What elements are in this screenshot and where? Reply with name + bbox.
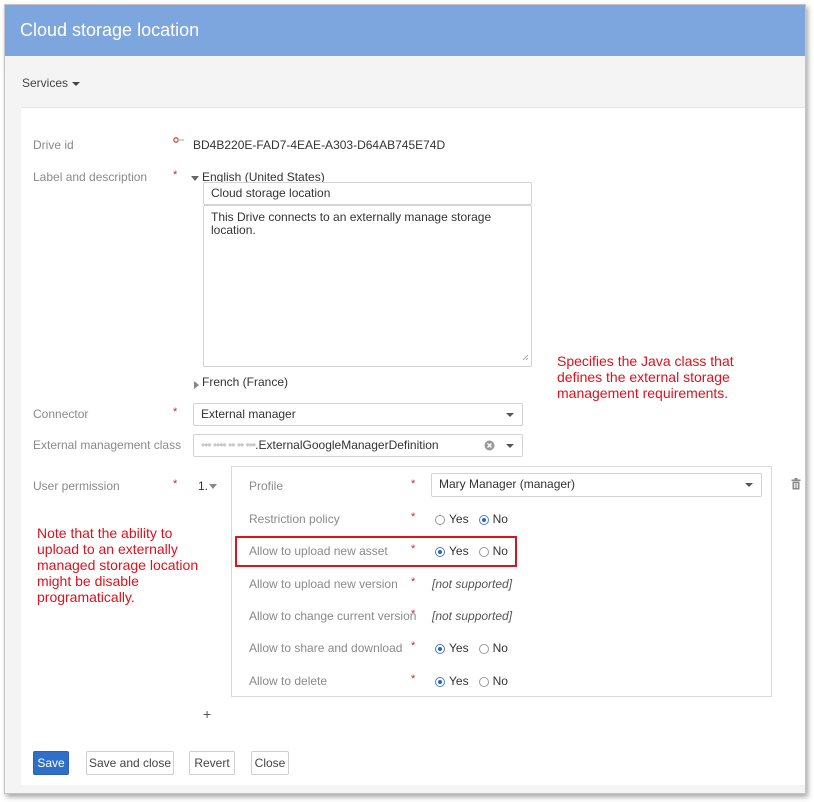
radio-button-icon: [478, 514, 489, 525]
radio-label: Yes: [449, 641, 469, 655]
key-icon: [173, 135, 185, 145]
permission-index-toggle[interactable]: 1.: [198, 479, 218, 493]
dialog-window: Cloud storage location Services Drive id…: [4, 4, 806, 794]
permission-row-label: Allow to change current version: [249, 609, 417, 623]
radio-button-icon: [435, 676, 445, 687]
radio-no[interactable]: No: [478, 674, 508, 688]
upload-annotation: Note that the ability to upload to an ex…: [37, 525, 199, 605]
description-text: This Drive connects to an externally man…: [211, 210, 492, 237]
description-textarea[interactable]: This Drive connects to an externally man…: [203, 205, 532, 367]
radio-label: Yes: [449, 512, 469, 526]
save-and-close-button[interactable]: Save and close: [86, 751, 174, 775]
radio-button-icon: [478, 676, 489, 687]
lang-french-label: French (France): [202, 375, 289, 389]
radio-button-icon: [435, 643, 445, 654]
chevron-down-icon: [506, 413, 514, 417]
resize-handle-icon[interactable]: [522, 351, 529, 364]
expand-down-icon: [209, 484, 218, 490]
required-marker: *: [411, 511, 416, 523]
profile-label: Profile: [249, 479, 284, 493]
permission-row-label: Allow to delete: [249, 674, 328, 688]
radio-yes[interactable]: Yes: [435, 512, 469, 526]
permission-entry: Profile * Mary Manager (manager) Restric…: [231, 466, 772, 697]
connector-select[interactable]: External manager: [193, 403, 523, 426]
form-panel: Drive id BD4B220E-FAD7-4EAE-A303-D64AB74…: [21, 107, 805, 785]
radio-label: Yes: [449, 674, 469, 688]
required-marker: *: [173, 169, 178, 181]
required-marker: *: [411, 640, 416, 652]
radio-group: Yes No: [435, 674, 518, 688]
permission-index: 1.: [198, 479, 209, 493]
required-marker: *: [411, 608, 416, 620]
external-class-value: .ExternalGoogleManagerDefinition: [255, 438, 439, 452]
clear-icon[interactable]: [484, 440, 495, 454]
external-class-label: External management class: [33, 438, 182, 452]
permission-row-label: Restriction policy: [249, 512, 340, 526]
connector-value: External manager: [201, 407, 296, 421]
expand-right-icon: [194, 380, 199, 389]
radio-yes[interactable]: Yes: [435, 641, 469, 655]
drive-id-value: BD4B220E-FAD7-4EAE-A303-D64AB745E74D: [193, 138, 446, 152]
close-button[interactable]: Close: [251, 751, 289, 775]
radio-label: No: [492, 512, 508, 526]
required-marker: *: [411, 576, 416, 588]
required-marker: *: [173, 478, 178, 490]
lang-french-toggle[interactable]: [194, 377, 199, 391]
revert-button[interactable]: Revert: [189, 751, 235, 775]
radio-button-icon: [435, 514, 445, 525]
radio-no[interactable]: No: [478, 512, 508, 526]
radio-yes[interactable]: Yes: [435, 674, 469, 688]
permission-row-label: Allow to share and download: [249, 641, 403, 655]
connector-label: Connector: [33, 407, 89, 421]
chevron-down-icon: [506, 444, 514, 448]
chevron-down-icon: [72, 81, 81, 86]
profile-select[interactable]: Mary Manager (manager): [431, 473, 762, 497]
services-menu[interactable]: Services: [22, 76, 81, 90]
radio-button-icon: [478, 643, 489, 654]
class-annotation: Specifies the Java class that defines th…: [557, 353, 734, 401]
label-description-label: Label and description: [33, 170, 148, 184]
title-bar: Cloud storage location: [5, 5, 805, 56]
required-marker: *: [411, 478, 416, 490]
user-permission-label: User permission: [33, 479, 120, 493]
external-class-select[interactable]: ••• •••• •• •• •••.ExternalGoogleManager…: [193, 434, 523, 457]
not-supported-text: [not supported]: [432, 609, 513, 623]
required-marker: *: [173, 406, 178, 418]
blurred-package-name: ••• •••• •• •• •••: [201, 438, 256, 452]
services-label: Services: [22, 76, 69, 90]
profile-value: Mary Manager (manager): [439, 477, 576, 491]
radio-label: No: [492, 641, 508, 655]
required-marker: *: [411, 673, 416, 685]
label-input[interactable]: Cloud storage location: [203, 182, 532, 205]
lang-english-toggle[interactable]: [191, 171, 199, 185]
save-button[interactable]: Save: [33, 751, 69, 775]
window-title: Cloud storage location: [20, 20, 200, 40]
expand-down-icon: [191, 176, 199, 182]
chevron-down-icon: [745, 483, 753, 487]
trash-icon[interactable]: [791, 478, 801, 493]
highlight-box: [235, 536, 517, 567]
drive-id-label: Drive id: [33, 138, 74, 152]
radio-label: No: [492, 674, 508, 688]
permission-row-label: Allow to upload new version: [249, 577, 398, 591]
radio-no[interactable]: No: [478, 641, 508, 655]
radio-group: Yes No: [435, 512, 518, 526]
radio-group: Yes No: [435, 641, 518, 655]
add-permission-button[interactable]: +: [203, 706, 211, 722]
not-supported-text: [not supported]: [432, 577, 513, 591]
